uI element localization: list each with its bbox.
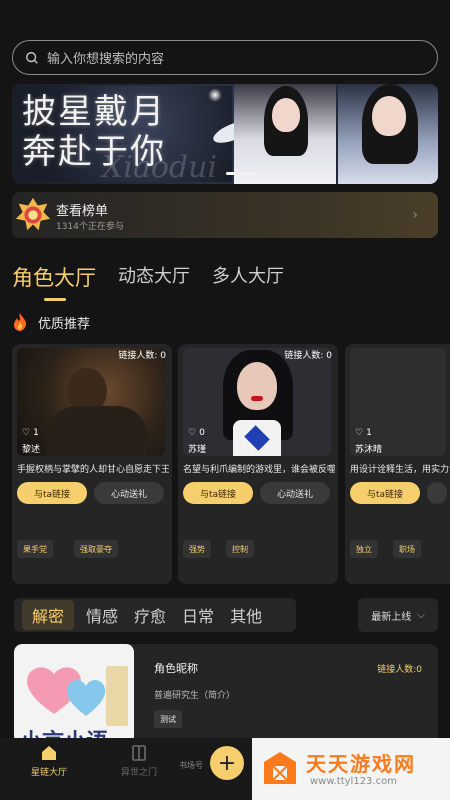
search-input[interactable]: 输入你想搜索的内容 — [47, 48, 164, 67]
connect-button[interactable]: 与ta链接 — [183, 482, 253, 504]
category-emotion[interactable]: 情感 — [86, 603, 118, 627]
search-icon — [26, 51, 38, 64]
watermark-title: 天天游戏网 — [306, 752, 416, 776]
role-card-image — [183, 348, 331, 456]
connection-count: 链接人数:0 — [377, 665, 422, 675]
nav-home[interactable]: 星链大厅 — [14, 744, 84, 778]
role-tag[interactable]: 强取豪夺 — [74, 540, 118, 558]
home-icon — [42, 746, 56, 760]
nav-world-label: 异世之门 — [120, 768, 157, 778]
role-thumbnail: 小言小语 — [14, 644, 134, 744]
nav-world[interactable]: 异世之门 — [104, 744, 174, 778]
flame-icon — [14, 313, 27, 331]
banner-portrait-2 — [338, 84, 438, 184]
nav-third[interactable]: 书场号 — [166, 760, 216, 771]
role-card[interactable]: 链接人数: 0 ♡ 1 黎述 手握权柄与掌擘的人却甘心自愿走下王座 与ta链接 心… — [12, 344, 172, 584]
role-nickname: 角色昵称 — [154, 662, 198, 675]
category-tabs: 解密 情感 疗愈 日常 其他 — [14, 598, 296, 632]
banner-script-text: Xiaodui — [102, 150, 218, 184]
like-count: ♡ 1 — [355, 428, 372, 438]
connection-count: 链接人数: 0 — [118, 351, 166, 361]
gift-button[interactable]: 心动送礼 — [260, 482, 330, 504]
role-desc: 名望与利爪编制的游戏里，谁会被反噬 — [183, 465, 335, 475]
search-bar[interactable]: 输入你想搜索的内容 — [12, 40, 438, 75]
role-card-image — [17, 348, 165, 456]
create-button[interactable]: + — [210, 746, 244, 780]
tab-role-hall[interactable]: 角色大厅 — [12, 262, 96, 292]
sort-dropdown[interactable]: 最新上线 ⌵ — [358, 598, 438, 632]
role-card-image — [350, 348, 446, 456]
category-decrypt[interactable]: 解密 — [22, 600, 75, 630]
chevron-right-icon: › — [412, 207, 418, 223]
site-watermark: 天天游戏网 www.ttyl123.com — [252, 738, 450, 800]
connection-count: 链接人数: 0 — [284, 351, 332, 361]
portal-icon — [132, 745, 146, 761]
section-header: 优质推荐 — [10, 312, 90, 332]
plus-icon: + — [217, 750, 237, 776]
role-tag[interactable]: 测试 — [154, 710, 182, 728]
tab-feed-hall[interactable]: 动态大厅 — [118, 262, 190, 292]
banner-portrait-1 — [234, 84, 336, 184]
role-desc: 用设计诠释生活，用实力说话 — [350, 465, 450, 475]
section-title: 优质推荐 — [38, 316, 91, 332]
nav-third-label: 书场号 — [179, 761, 203, 770]
chevron-down-icon: ⌵ — [417, 609, 425, 621]
heart-icon: ♡ — [188, 428, 197, 438]
role-name: 黎述 — [22, 445, 41, 455]
role-name: 苏沐晴 — [355, 445, 383, 455]
connect-button[interactable]: 与ta链接 — [350, 482, 420, 504]
role-intro: 普遍研究生（简介） — [154, 691, 236, 701]
role-card[interactable]: 链接人数: 0 ♡ 0 苏瑾 名望与利爪编制的游戏里，谁会被反噬 与ta链接 心动… — [178, 344, 338, 584]
like-value: 1 — [366, 428, 372, 438]
heart-icon: ♡ — [22, 428, 31, 438]
sort-label: 最新上线 — [371, 611, 412, 623]
leaderboard-entry[interactable]: 查看榜单 1314个正在参与 › — [12, 192, 438, 238]
role-tag[interactable]: 控制 — [226, 540, 254, 558]
promo-banner[interactable]: 披星戴月 奔赴于你 Xiaodui — [12, 84, 438, 184]
hall-tabs: 角色大厅 动态大厅 多人大厅 — [12, 262, 306, 292]
role-tag[interactable]: 强势 — [183, 540, 211, 558]
tab-multi-hall[interactable]: 多人大厅 — [212, 262, 284, 292]
like-value: 0 — [199, 428, 205, 438]
category-daily[interactable]: 日常 — [182, 603, 214, 627]
role-card[interactable]: ♡1 苏沐晴 用设计诠释生活，用实力说话 与ta链接 独立 职场 — [345, 344, 450, 584]
sparkle-icon — [208, 88, 222, 102]
role-tag[interactable]: 职场 — [393, 540, 421, 558]
tab-indicator — [44, 298, 66, 301]
category-healing[interactable]: 疗愈 — [134, 603, 166, 627]
gift-button[interactable]: 心动送礼 — [94, 482, 164, 504]
connect-button[interactable]: 与ta链接 — [17, 482, 87, 504]
role-name: 苏瑾 — [188, 445, 207, 455]
category-other[interactable]: 其他 — [230, 603, 262, 627]
like-count: ♡ 0 — [188, 428, 205, 438]
heart-icon: ♡ — [355, 428, 364, 438]
role-list-item[interactable]: 小言小语 角色昵称 链接人数:0 普遍研究生（简介） 测试 — [14, 644, 438, 744]
nav-home-label: 星链大厅 — [30, 768, 67, 778]
carousel-indicator — [226, 172, 256, 175]
role-tag[interactable]: 果手党 — [17, 540, 53, 558]
watermark-logo-icon — [264, 752, 296, 784]
watermark-url: www.ttyl123.com — [310, 776, 397, 787]
role-desc: 手握权柄与掌擘的人却甘心自愿走下王座 — [17, 465, 169, 475]
leaderboard-participants: 1314个正在参与 — [56, 222, 124, 232]
trophy-badge-icon — [15, 197, 51, 231]
like-count: ♡ 1 — [22, 428, 39, 438]
gift-button[interactable] — [427, 482, 447, 504]
leaderboard-title: 查看榜单 — [56, 204, 109, 219]
like-value: 1 — [33, 428, 39, 438]
role-tag[interactable]: 独立 — [350, 540, 378, 558]
